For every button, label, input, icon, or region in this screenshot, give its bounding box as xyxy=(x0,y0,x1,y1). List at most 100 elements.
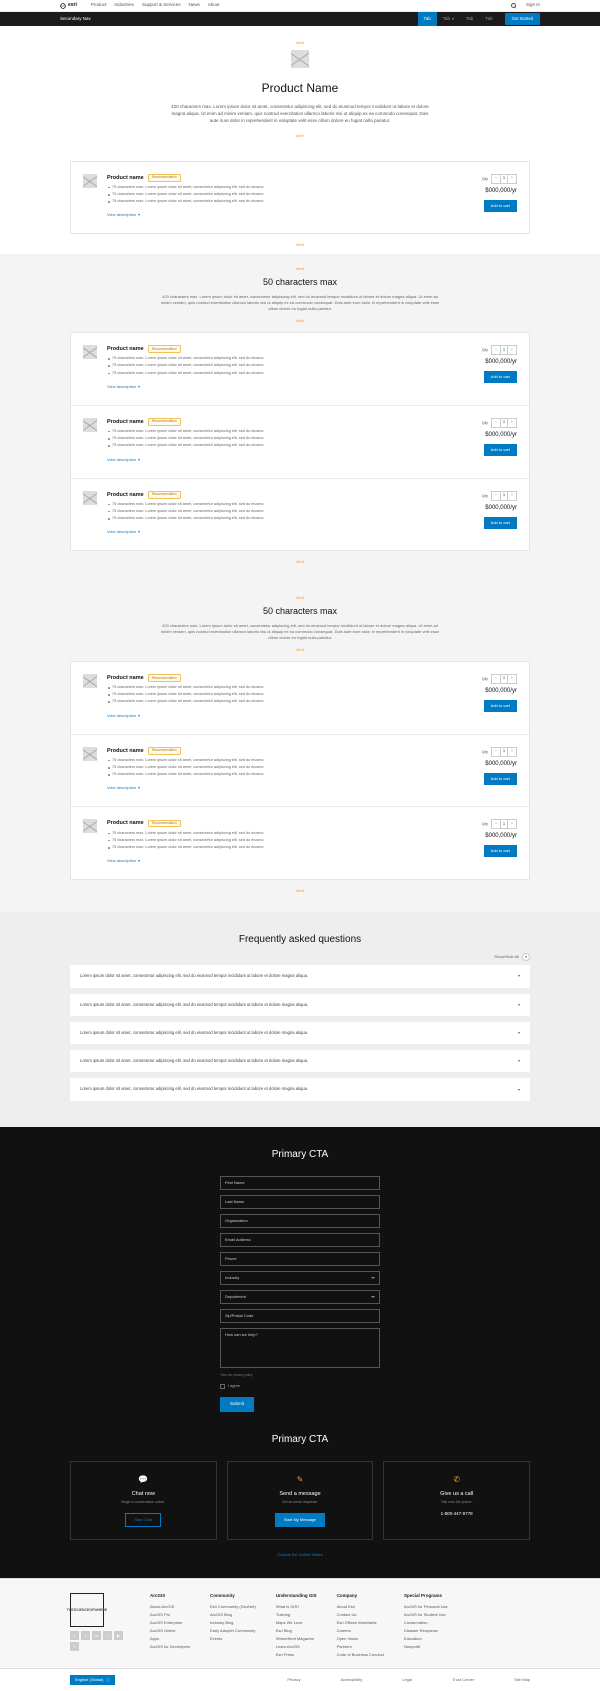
qty-value[interactable]: 1 xyxy=(500,346,508,354)
contact-card-button[interactable]: Start Chat xyxy=(125,1513,161,1527)
view-description-link[interactable]: View description xyxy=(107,384,140,390)
qty-plus[interactable]: + xyxy=(508,748,516,756)
footer-link[interactable]: Maps We Love xyxy=(276,1620,303,1625)
organization-field[interactable]: Organization xyxy=(220,1214,380,1228)
qty-plus[interactable]: + xyxy=(508,820,516,828)
department-select[interactable]: Department xyxy=(220,1290,380,1304)
footer-link[interactable]: Esri Blog xyxy=(276,1628,292,1633)
faq-expand-all[interactable]: Show/Hide All xyxy=(70,953,530,961)
footer-link[interactable]: Events xyxy=(210,1636,222,1641)
instagram-icon[interactable]: ◯ xyxy=(103,1631,112,1640)
footer-link[interactable]: Conservation xyxy=(404,1620,428,1625)
qty-minus[interactable]: − xyxy=(492,175,500,183)
qty-minus[interactable]: − xyxy=(492,419,500,427)
qty-minus[interactable]: − xyxy=(492,675,500,683)
qty-value[interactable]: 1 xyxy=(500,419,508,427)
footer-link[interactable]: Industry Blog xyxy=(210,1620,233,1625)
footer-link[interactable]: ArcGIS Pro xyxy=(150,1612,170,1617)
get-started-button[interactable]: Get Started xyxy=(505,13,540,25)
qty-value[interactable]: 1 xyxy=(500,675,508,683)
footer-link[interactable]: Esri Community (GeoNet) xyxy=(210,1604,256,1609)
footer-link[interactable]: ArcGIS Online xyxy=(150,1628,176,1633)
faq-item[interactable]: Lorem ipsum dolor sit amet, consectetur … xyxy=(70,1022,530,1044)
secondary-tab-2[interactable]: Tab xyxy=(460,12,479,26)
footer-link[interactable]: ArcGIS for Student Use xyxy=(404,1612,446,1617)
qty-plus[interactable]: + xyxy=(508,346,516,354)
nav-industries[interactable]: Industries xyxy=(114,2,134,9)
add-to-cart-button[interactable]: Add to cart xyxy=(484,700,517,712)
footer-link[interactable]: About ArcGIS xyxy=(150,1604,174,1609)
footer-link[interactable]: ArcGIS Blog xyxy=(210,1612,232,1617)
view-description-link[interactable]: View description xyxy=(107,212,140,218)
youtube-icon[interactable]: ▶ xyxy=(114,1631,123,1640)
add-to-cart-button[interactable]: Add to cart xyxy=(484,444,517,456)
footer-link[interactable]: Disaster Response xyxy=(404,1628,438,1633)
nav-about[interactable]: About xyxy=(208,2,220,9)
science-of-where-logo[interactable]: THESCIENCEOFWHERE xyxy=(70,1593,104,1627)
add-to-cart-button[interactable]: Add to cart xyxy=(484,517,517,529)
footer-link[interactable]: Training xyxy=(276,1612,290,1617)
qty-minus[interactable]: − xyxy=(492,492,500,500)
footer-link[interactable]: ArcGIS for Developers xyxy=(150,1644,190,1649)
qty-plus[interactable]: + xyxy=(508,492,516,500)
contact-card-button[interactable]: Start My Message xyxy=(275,1513,325,1527)
twitter-icon[interactable]: t xyxy=(81,1631,90,1640)
qty-minus[interactable]: − xyxy=(492,346,500,354)
industry-select[interactable]: Industry xyxy=(220,1271,380,1285)
faq-item[interactable]: Lorem ipsum dolor sit amet, consectetur … xyxy=(70,965,530,987)
legal-link[interactable]: Site Map xyxy=(514,1677,530,1683)
nav-product[interactable]: Product xyxy=(91,2,107,9)
esri-logo[interactable]: esri xyxy=(60,2,77,10)
nav-support[interactable]: Support & Services xyxy=(142,2,181,9)
qty-plus[interactable]: + xyxy=(508,675,516,683)
view-description-link[interactable]: View description xyxy=(107,713,140,719)
footer-link[interactable]: Learn ArcGIS xyxy=(276,1644,300,1649)
footer-link[interactable]: About Esri xyxy=(337,1604,355,1609)
add-to-cart-button[interactable]: Add to cart xyxy=(484,371,517,383)
footer-link[interactable]: Early Adopter Community xyxy=(210,1628,255,1633)
footer-link[interactable]: Open Vision xyxy=(337,1636,359,1641)
footer-link[interactable]: Esri Offices Worldwide xyxy=(337,1620,377,1625)
footer-link[interactable]: Code of Business Conduct xyxy=(337,1652,384,1657)
qty-plus[interactable]: + xyxy=(508,175,516,183)
legal-link[interactable]: Accessibility xyxy=(341,1677,363,1683)
qty-plus[interactable]: + xyxy=(508,419,516,427)
faq-item[interactable]: Lorem ipsum dolor sit amet, consectetur … xyxy=(70,994,530,1016)
footer-link[interactable]: Education xyxy=(404,1636,422,1641)
footer-link[interactable]: Nonprofit xyxy=(404,1644,420,1649)
qty-value[interactable]: 1 xyxy=(500,175,508,183)
add-to-cart-button[interactable]: Add to cart xyxy=(484,845,517,857)
outside-us-link[interactable]: Outside the United States xyxy=(0,1552,600,1558)
search-icon[interactable] xyxy=(511,3,516,8)
zip-field[interactable]: Zip/Postal Code xyxy=(220,1309,380,1323)
language-switcher[interactable]: English (Global)🌐 xyxy=(70,1675,115,1685)
footer-link[interactable]: Contact Us xyxy=(337,1612,357,1617)
view-description-link[interactable]: View description xyxy=(107,858,140,864)
message-textarea[interactable]: How can we help? xyxy=(220,1328,380,1368)
qty-value[interactable]: 1 xyxy=(500,748,508,756)
footer-link[interactable]: What is GIS? xyxy=(276,1604,300,1609)
qty-value[interactable]: 1 xyxy=(500,492,508,500)
email-field[interactable]: Email Address xyxy=(220,1233,380,1247)
facebook-icon[interactable]: f xyxy=(70,1631,79,1640)
signin-link[interactable]: Sign In xyxy=(526,2,540,9)
footer-link[interactable]: ArcGIS for Personal Use xyxy=(404,1604,448,1609)
linkedin-icon[interactable]: in xyxy=(92,1631,101,1640)
view-description-link[interactable]: View description xyxy=(107,785,140,791)
legal-link[interactable]: Privacy xyxy=(287,1677,300,1683)
footer-link[interactable]: Apps xyxy=(150,1636,159,1641)
qty-value[interactable]: 1 xyxy=(500,820,508,828)
add-to-cart-button[interactable]: Add to cart xyxy=(484,773,517,785)
legal-link[interactable]: Trust Center xyxy=(452,1677,474,1683)
first-name-field[interactable]: First Name xyxy=(220,1176,380,1190)
rss-icon[interactable]: ≡ xyxy=(70,1642,79,1651)
agree-checkbox[interactable]: I agree xyxy=(220,1384,380,1390)
secondary-tab-0[interactable]: Tab xyxy=(418,12,437,26)
phone-field[interactable]: Phone xyxy=(220,1252,380,1266)
qty-minus[interactable]: − xyxy=(492,748,500,756)
qty-minus[interactable]: − xyxy=(492,820,500,828)
faq-item[interactable]: Lorem ipsum dolor sit amet, consectetur … xyxy=(70,1078,530,1100)
footer-link[interactable]: Esri Press xyxy=(276,1652,294,1657)
add-to-cart-button[interactable]: Add to cart xyxy=(484,200,517,212)
view-description-link[interactable]: View description xyxy=(107,529,140,535)
